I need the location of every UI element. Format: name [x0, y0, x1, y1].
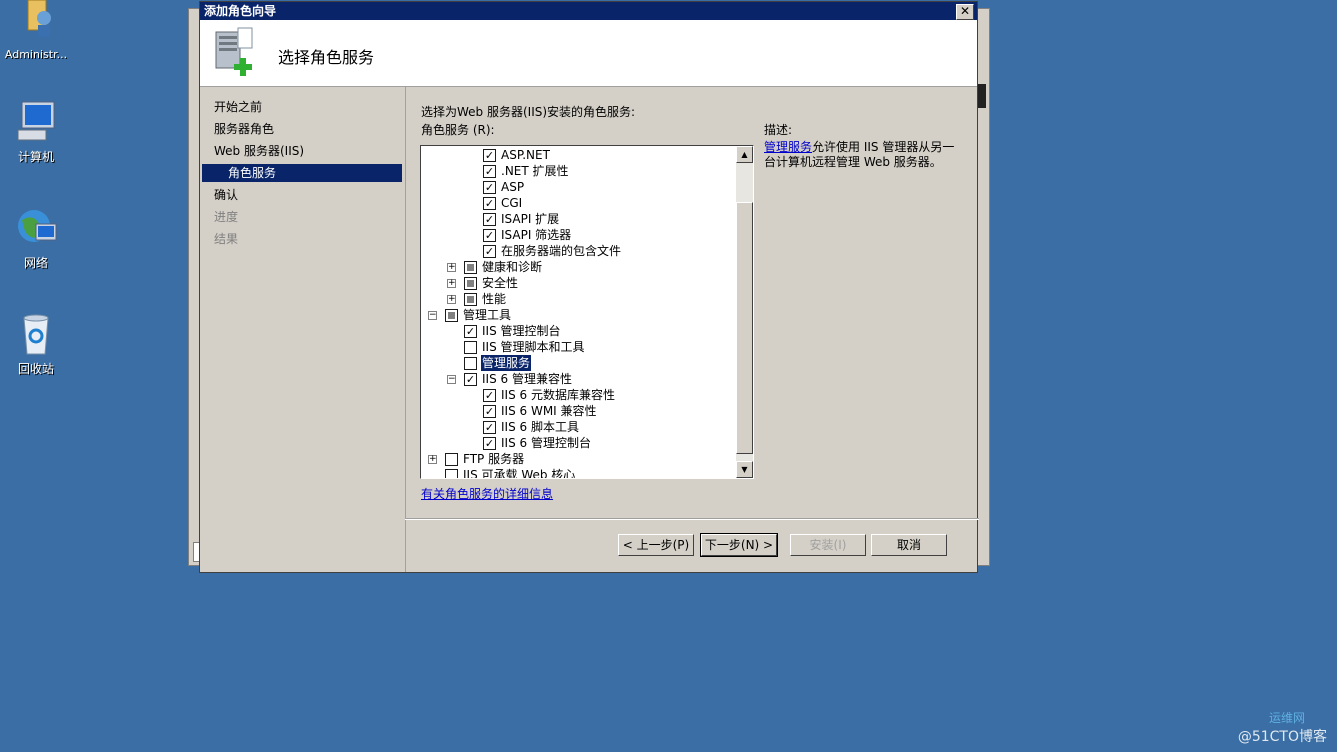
desktop-icon-administrator[interactable]: Administr...	[0, 0, 72, 61]
desktop-icon-recycle-bin[interactable]: 回收站	[0, 312, 72, 377]
checkbox[interactable]	[464, 341, 477, 354]
watermark: 运维网 @51CTO博客	[1237, 711, 1327, 746]
checkbox[interactable]: ✓	[483, 149, 496, 162]
tree-item-label: ASP	[501, 180, 525, 194]
checkbox[interactable]: ✓	[464, 373, 477, 386]
tree-item-label: 安全性	[482, 276, 519, 290]
tree-item-label: IIS 6 管理控制台	[501, 436, 591, 450]
description-heading: 描述:	[764, 123, 793, 137]
tree-item-label: IIS 6 WMI 兼容性	[501, 404, 597, 418]
expand-icon[interactable]: +	[447, 279, 456, 288]
scroll-up-button[interactable]: ▲	[736, 146, 753, 163]
tree-item-label: IIS 6 管理兼容性	[482, 372, 572, 386]
recycle-bin-icon	[14, 312, 58, 356]
description-link[interactable]: 管理服务	[764, 140, 812, 154]
tree-item-label: IIS 管理控制台	[482, 324, 561, 338]
checkbox[interactable]	[445, 453, 458, 466]
close-button[interactable]: ✕	[956, 4, 974, 20]
tree-item-label: 在服务器端的包含文件	[501, 244, 622, 258]
expand-icon[interactable]: +	[428, 455, 437, 464]
checkbox[interactable]: ✓	[483, 437, 496, 450]
desktop-icon-label: 计算机	[17, 150, 54, 164]
page-title: 选择角色服务	[278, 48, 375, 67]
collapse-icon[interactable]: −	[447, 375, 456, 384]
tree-item-label: 性能	[482, 292, 507, 306]
nav-item-role-services[interactable]: 角色服务	[202, 164, 402, 182]
computer-icon	[14, 100, 58, 144]
watermark-line2: @51CTO博客	[1237, 729, 1327, 745]
user-folder-icon	[14, 0, 58, 44]
checkbox[interactable]: ✓	[483, 421, 496, 434]
tree-scrollbar[interactable]: ▲ ▼	[736, 146, 753, 478]
checkbox[interactable]: ✓	[483, 229, 496, 242]
checkbox[interactable]: ✓	[483, 197, 496, 210]
tree-item-label: 健康和诊断	[482, 260, 543, 274]
back-button[interactable]: < 上一步(P)	[618, 534, 694, 556]
tree-item-label: IIS 可承载 Web 核心	[463, 468, 576, 479]
button-separator	[405, 518, 979, 520]
close-icon: ✕	[959, 4, 971, 18]
checkbox[interactable]: ✓	[483, 213, 496, 226]
desktop-icon-label: 网络	[23, 256, 48, 270]
more-info-link[interactable]: 有关角色服务的详细信息	[421, 485, 553, 502]
next-button[interactable]: 下一步(N) >	[700, 533, 778, 557]
checkbox[interactable]: ✓	[483, 405, 496, 418]
scroll-thumb[interactable]	[736, 202, 753, 454]
tree-item-label: IIS 6 元数据库兼容性	[501, 388, 615, 402]
checkbox[interactable]	[464, 261, 477, 274]
tree-item-label: 管理服务	[481, 355, 532, 371]
desktop-icon-label: 回收站	[17, 362, 54, 376]
tree-item-label: .NET 扩展性	[501, 164, 569, 178]
expand-icon[interactable]: +	[447, 263, 456, 272]
tree-item-label: ISAPI 扩展	[501, 212, 560, 226]
nav-item-before-you-begin[interactable]: 开始之前	[214, 98, 262, 116]
arrow-up-icon: ▲	[741, 150, 748, 159]
checkbox[interactable]: ✓	[483, 245, 496, 258]
checkbox[interactable]	[445, 469, 458, 478]
desktop-icon-computer[interactable]: 计算机	[0, 100, 72, 165]
nav-item-web-server-iis[interactable]: Web 服务器(IIS)	[214, 142, 304, 160]
desktop-icon-network[interactable]: 网络	[0, 206, 72, 271]
server-role-add-icon	[212, 26, 260, 78]
role-services-tree[interactable]: ✓ ASP.NET ✓ .NET 扩展性 ✓ ASP ✓ CGI ✓ ISAPI…	[420, 145, 754, 479]
network-globe-icon	[14, 206, 58, 250]
watermark-line1: 运维网	[1268, 711, 1305, 725]
collapse-icon[interactable]: −	[428, 311, 437, 320]
wizard-nav: 开始之前 服务器角色 Web 服务器(IIS) 角色服务 确认 进度 结果	[200, 87, 406, 572]
tree-item-label: 管理工具	[463, 308, 512, 322]
checkbox[interactable]: ✓	[464, 325, 477, 338]
description-text: 管理服务允许使用 IIS 管理器从另一台计算机远程管理 Web 服务器。	[764, 140, 964, 170]
nav-item-progress: 进度	[214, 210, 239, 224]
checkbox[interactable]	[464, 357, 477, 370]
wizard-header: 选择角色服务	[200, 20, 977, 87]
tree-item-label: CGI	[501, 196, 523, 210]
window-title: 添加角色向导	[204, 4, 277, 18]
install-button: 安装(I)	[790, 534, 866, 556]
nav-item-confirmation[interactable]: 确认	[214, 186, 238, 204]
tree-item-label: IIS 管理脚本和工具	[482, 340, 585, 354]
nav-item-server-roles[interactable]: 服务器角色	[214, 120, 274, 138]
list-label: 角色服务 (R):	[421, 123, 495, 137]
add-roles-wizard-dialog: 添加角色向导 ✕ 选择角色服务 开始之前 服务器角色 Web 服务器(IIS) …	[199, 1, 979, 573]
prompt-text: 选择为Web 服务器(IIS)安装的角色服务:	[421, 105, 636, 119]
nav-item-results: 结果	[214, 232, 239, 246]
tree-item-label: ASP.NET	[501, 148, 550, 162]
scroll-down-button[interactable]: ▼	[736, 461, 753, 478]
arrow-down-icon: ▼	[741, 465, 748, 474]
title-bar[interactable]: 添加角色向导 ✕	[200, 2, 977, 20]
desktop-icon-label: Administr...	[4, 48, 68, 61]
checkbox[interactable]	[464, 277, 477, 290]
tree-item-label: ISAPI 筛选器	[501, 228, 572, 242]
tree-item-label: IIS 6 脚本工具	[501, 420, 579, 434]
cancel-button[interactable]: 取消	[871, 534, 947, 556]
checkbox[interactable]	[445, 309, 458, 322]
checkbox[interactable]: ✓	[483, 181, 496, 194]
background-window-scrollbar	[978, 84, 986, 108]
checkbox[interactable]	[464, 293, 477, 306]
checkbox[interactable]: ✓	[483, 389, 496, 402]
tree-item-label: FTP 服务器	[463, 452, 525, 466]
expand-icon[interactable]: +	[447, 295, 456, 304]
checkbox[interactable]: ✓	[483, 165, 496, 178]
